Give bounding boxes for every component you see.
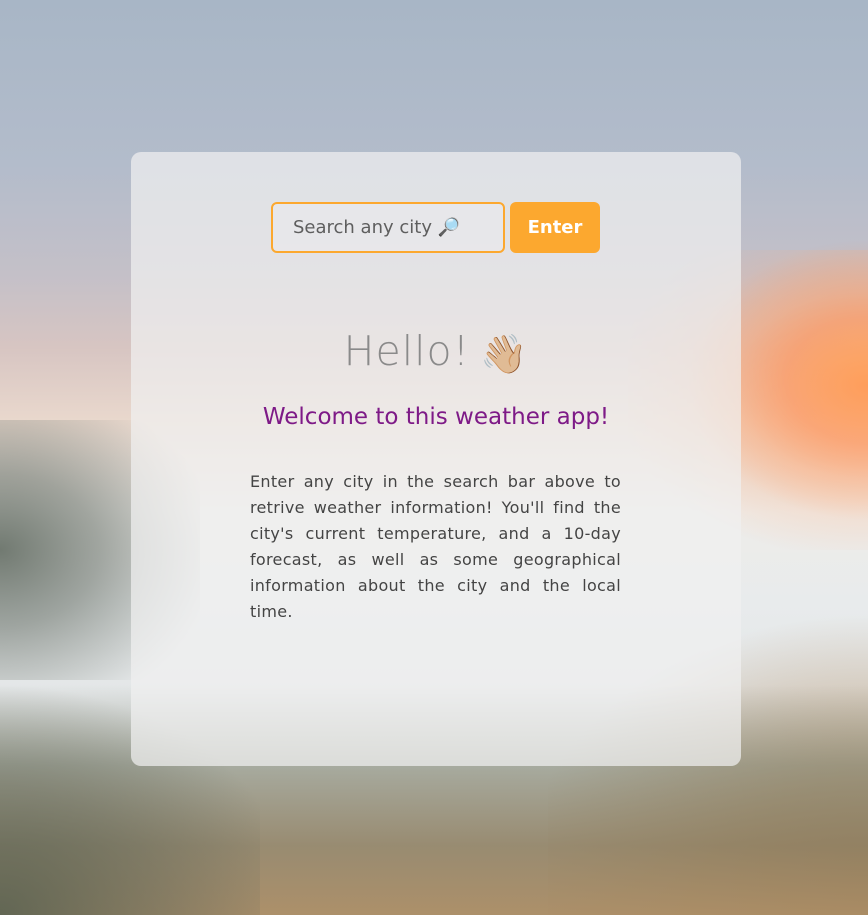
enter-button[interactable]: Enter (510, 202, 600, 253)
welcome-heading: Welcome to this weather app! (262, 404, 610, 430)
search-input[interactable] (271, 202, 505, 253)
intro-paragraph: Enter any city in the search bar above t… (250, 472, 621, 621)
greeting-text: Hello! (343, 327, 471, 375)
waving-hand-icon: 👋🏼 (480, 332, 529, 376)
greeting: Hello! 👋🏼 (131, 327, 741, 377)
search-form: Enter (271, 202, 601, 254)
weather-card: Enter Hello!👋🏼 Welcome to this weather a… (131, 152, 741, 766)
